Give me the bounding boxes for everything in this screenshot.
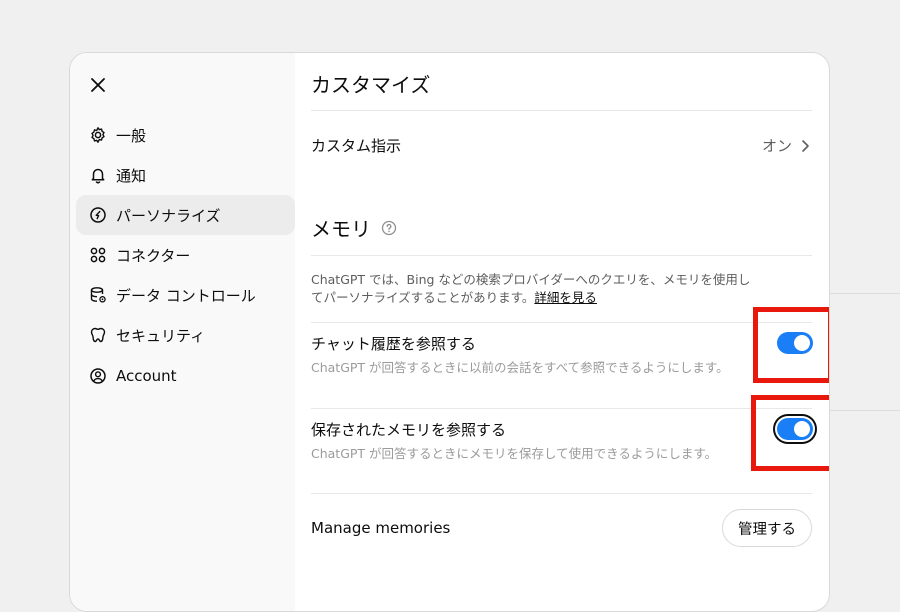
close-button[interactable] [86, 73, 110, 97]
sidebar-item-general[interactable]: 一般 [76, 115, 295, 155]
chevron-right-icon [800, 139, 810, 153]
custom-instructions-value: オン [761, 137, 792, 155]
settings-content: カスタマイズ カスタム指示 オン メモリ ChatGPT では、Bing などの… [311, 53, 829, 611]
sidebar-item-data-controls[interactable]: データ コントロール [76, 275, 295, 315]
divider [311, 493, 812, 494]
divider [311, 322, 812, 323]
gear-icon [89, 126, 107, 144]
reference-saved-memories-title: 保存されたメモリを参照する [311, 421, 507, 439]
sidebar-item-label: パーソナライズ [116, 206, 221, 225]
reference-chat-history-toggle[interactable] [777, 332, 813, 354]
page-title: カスタマイズ [311, 73, 431, 97]
sidebar-item-personalize[interactable]: パーソナライズ [76, 195, 295, 235]
reference-saved-memories-description: ChatGPT が回答するときにメモリを保存して使用できるようにします。 [311, 446, 718, 461]
sidebar-item-connectors[interactable]: コネクター [76, 235, 295, 275]
database-gear-icon [89, 286, 107, 304]
memory-title: メモリ [311, 217, 371, 241]
reference-saved-memories-toggle[interactable] [777, 418, 813, 440]
help-icon[interactable] [381, 220, 397, 236]
background-divider [828, 293, 900, 294]
manage-memories-button[interactable]: 管理する [722, 509, 812, 547]
sidebar-item-label: データ コントロール [116, 286, 256, 305]
divider [311, 408, 812, 409]
memory-section-title: メモリ [311, 213, 397, 242]
sidebar-item-label: 通知 [116, 166, 147, 185]
bell-icon [89, 166, 107, 184]
reference-chat-history-title: チャット履歴を参照する [311, 335, 476, 353]
sidebar-item-account[interactable]: Account [76, 356, 295, 396]
background-divider [828, 410, 900, 411]
toggle-knob [794, 335, 810, 351]
memory-description: ChatGPT では、Bing などの検索プロバイダーへのクエリを、メモリを使用… [311, 272, 751, 305]
security-icon [89, 326, 107, 344]
sidebar-item-label: セキュリティ [116, 326, 206, 345]
sidebar-item-label: 一般 [116, 126, 147, 145]
close-icon [91, 78, 105, 92]
toggle-knob [794, 421, 810, 437]
divider [311, 255, 812, 256]
learn-more-link[interactable]: 詳細を見る [534, 290, 597, 305]
personalize-icon [89, 206, 107, 224]
reference-chat-history-description: ChatGPT が回答するときに以前の会話をすべて参照できるようにします。 [311, 360, 729, 375]
divider [311, 110, 812, 111]
manage-memories-label: Manage memories [311, 519, 451, 537]
sidebar-item-notifications[interactable]: 通知 [76, 155, 295, 195]
sidebar-item-label: コネクター [116, 246, 191, 265]
sidebar-item-label: Account [116, 367, 177, 385]
connectors-icon [89, 246, 107, 264]
sidebar-item-security[interactable]: セキュリティ [76, 315, 295, 355]
settings-modal: 一般 通知 パーソナライズ コネクター データ コントロール セキュリティ Ac… [69, 52, 830, 612]
account-icon [89, 367, 107, 385]
custom-instructions-label: カスタム指示 [311, 137, 402, 155]
custom-instructions-button[interactable]: オン [762, 135, 810, 156]
